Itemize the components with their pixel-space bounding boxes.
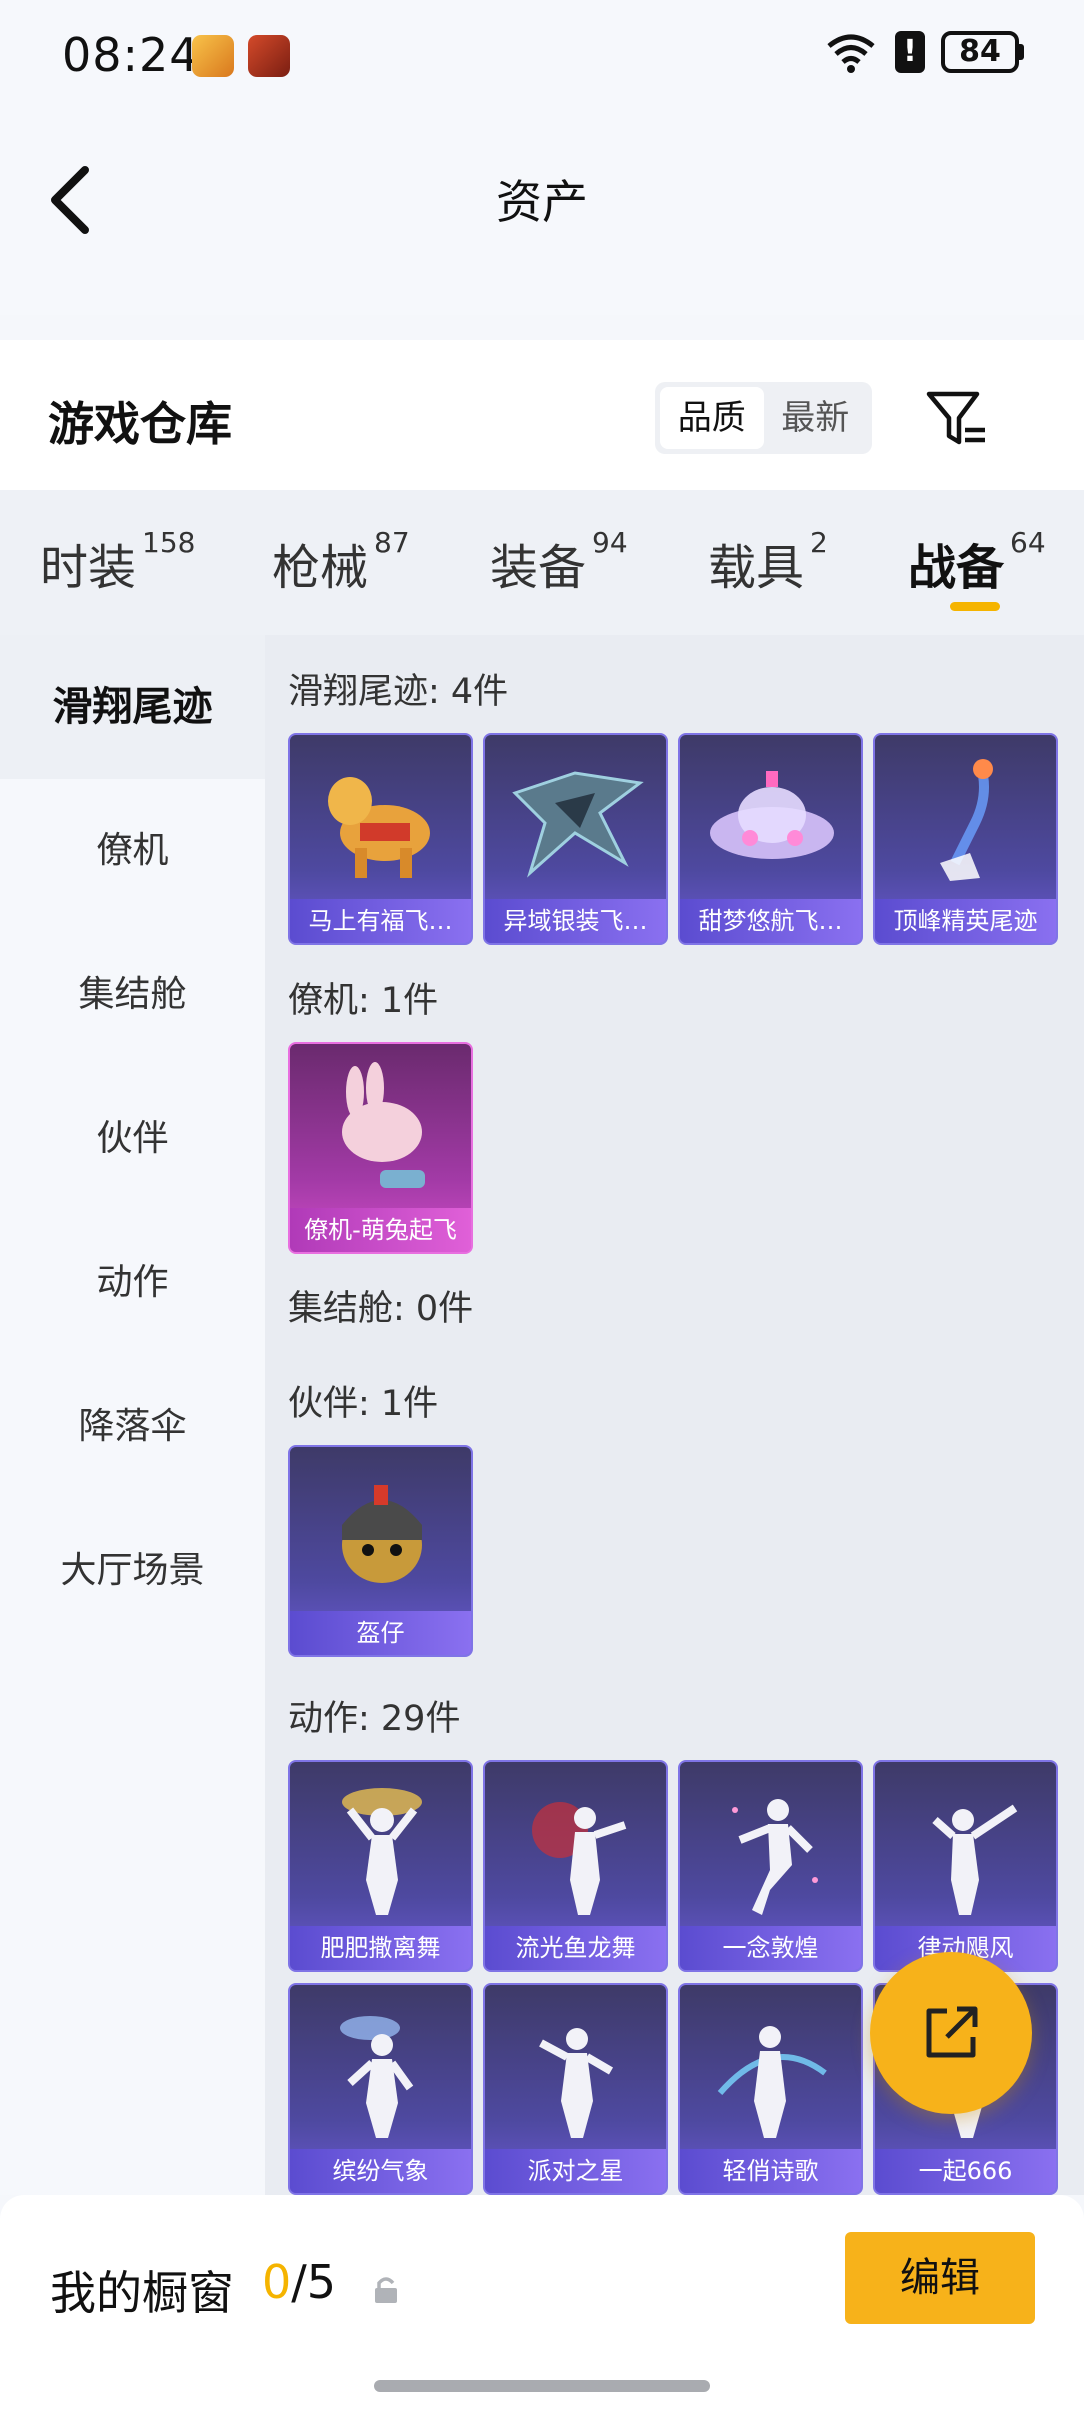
dancer-pose-icon (342, 1788, 422, 1915)
active-tab-indicator (950, 602, 1000, 611)
showcase-count: 0/5 (262, 2255, 336, 2309)
item-card[interactable]: 僚机-萌兔起飞 (288, 1042, 473, 1254)
sidebar-item-assembly-pod[interactable]: 集结舱 (0, 923, 265, 1067)
share-fab-button[interactable] (870, 1952, 1032, 2114)
tab-guns[interactable]: 枪械 87 (272, 526, 410, 598)
flame-trail-icon (940, 759, 993, 881)
status-bar: 08:24 ! 84 (0, 0, 1084, 110)
page-title: 资产 (496, 175, 588, 229)
game-app-icon (192, 35, 234, 77)
tab-count: 87 (374, 526, 410, 559)
showcase-title: 我的橱窗 (50, 2266, 234, 2320)
item-card[interactable]: 甜梦悠航飞… (678, 733, 863, 945)
helmet-chick-icon (342, 1485, 422, 1583)
game-app-icon (248, 35, 290, 77)
sidebar-item-lobby-scene[interactable]: 大厅场景 (0, 1499, 265, 1643)
tab-count: 94 (592, 526, 628, 559)
item-card[interactable]: 马上有福飞… (288, 733, 473, 945)
tab-label: 战备 (908, 540, 1005, 596)
warehouse-bar: 游戏仓库 品质 最新 (0, 340, 1084, 490)
tab-fashion[interactable]: 时装 158 (40, 526, 196, 598)
section-title: 集结舱: 0件 (288, 1289, 474, 1329)
tab-count: 2 (810, 526, 828, 559)
section-title: 滑翔尾迹: 4件 (288, 672, 509, 712)
item-name: 一念敦煌 (680, 1926, 861, 1970)
lock-icon (375, 2277, 397, 2303)
alert-icon: ! (895, 31, 925, 73)
dancer-pose-icon (932, 1804, 1018, 1915)
tab-equipment[interactable]: 装备 94 (490, 526, 628, 598)
item-card[interactable]: 异域银装飞… (483, 733, 668, 945)
section-title: 伙伴: 1件 (288, 1384, 439, 1424)
item-name: 流光鱼龙舞 (485, 1926, 666, 1970)
share-external-icon (926, 2006, 978, 2058)
bunny-wingman-icon (342, 1062, 425, 1188)
tab-vehicles[interactable]: 载具 2 (708, 526, 828, 598)
tab-battle-gear[interactable]: 战备 64 (908, 526, 1046, 598)
status-indicators: ! 84 (823, 30, 1024, 74)
sidebar-item-glide-trail[interactable]: 滑翔尾迹 (0, 635, 265, 779)
item-card[interactable]: 轻俏诗歌 (678, 1983, 863, 2195)
item-card[interactable]: 顶峰精英尾迹 (873, 733, 1058, 945)
dancer-pose-icon (539, 2028, 614, 2138)
tab-label: 载具 (708, 540, 805, 596)
category-tabs: 时装 158 枪械 87 装备 94 载具 2 战备 64 (0, 490, 1084, 635)
sidebar-item-wingman[interactable]: 僚机 (0, 779, 265, 923)
ufo-icon (710, 771, 834, 859)
tab-label: 枪械 (272, 540, 369, 596)
sidebar-item-emote[interactable]: 动作 (0, 1211, 265, 1355)
wing-glider-icon (512, 771, 644, 878)
battery-level: 84 (941, 31, 1019, 73)
showcase-current: 0 (262, 2255, 292, 2309)
sidebar: 滑翔尾迹 僚机 集结舱 伙伴 动作 降落伞 大厅场景 (0, 635, 265, 2195)
showcase-separator: / (291, 2255, 307, 2309)
sort-toggle: 品质 最新 (655, 382, 872, 454)
warehouse-title: 游戏仓库 (48, 397, 232, 451)
item-name: 甜梦悠航飞… (680, 899, 861, 943)
wifi-icon (827, 34, 875, 73)
item-card[interactable]: 律动飓风 (873, 1760, 1058, 1972)
item-card[interactable]: 派对之星 (483, 1983, 668, 2195)
sort-newest-button[interactable]: 最新 (764, 387, 868, 449)
tab-count: 158 (142, 526, 196, 559)
section-title: 动作: 29件 (288, 1699, 461, 1739)
dancer-pose-icon (717, 2026, 827, 2138)
dancer-pose-icon (532, 1802, 627, 1915)
item-card[interactable]: 一念敦煌 (678, 1760, 863, 1972)
sidebar-item-parachute[interactable]: 降落伞 (0, 1355, 265, 1499)
item-name: 盔仔 (290, 1611, 471, 1655)
dancer-pose-icon (340, 2016, 414, 2138)
battery-icon: 84 (941, 31, 1024, 73)
item-name: 派对之星 (485, 2149, 666, 2193)
item-name: 轻俏诗歌 (680, 2149, 861, 2193)
home-indicator[interactable] (374, 2380, 710, 2392)
tab-label: 时装 (40, 540, 137, 596)
sidebar-item-companion[interactable]: 伙伴 (0, 1067, 265, 1211)
item-name: 马上有福飞… (290, 899, 471, 943)
item-name: 顶峰精英尾迹 (875, 899, 1056, 943)
header: 资产 (0, 110, 1084, 315)
sort-quality-button[interactable]: 品质 (660, 387, 764, 449)
item-name: 一起666 (875, 2149, 1056, 2193)
item-card[interactable]: 盔仔 (288, 1445, 473, 1657)
item-name: 僚机-萌兔起飞 (290, 1208, 471, 1252)
tab-label: 装备 (490, 540, 587, 596)
item-card[interactable]: 流光鱼龙舞 (483, 1760, 668, 1972)
item-name: 异域银装飞… (485, 899, 666, 943)
item-card[interactable]: 缤纷气象 (288, 1983, 473, 2195)
item-name: 缤纷气象 (290, 2149, 471, 2193)
tab-count: 64 (1010, 526, 1046, 559)
item-name: 肥肥撒离舞 (290, 1926, 471, 1970)
horse-toy-icon (328, 777, 430, 878)
item-card[interactable]: 肥肥撒离舞 (288, 1760, 473, 1972)
showcase-max: 5 (306, 2255, 337, 2309)
filter-icon[interactable] (925, 388, 989, 452)
edit-button[interactable]: 编辑 (845, 2232, 1035, 2324)
status-time: 08:24 (62, 28, 200, 82)
dancer-pose-icon (732, 1799, 818, 1915)
section-title: 僚机: 1件 (288, 981, 439, 1021)
